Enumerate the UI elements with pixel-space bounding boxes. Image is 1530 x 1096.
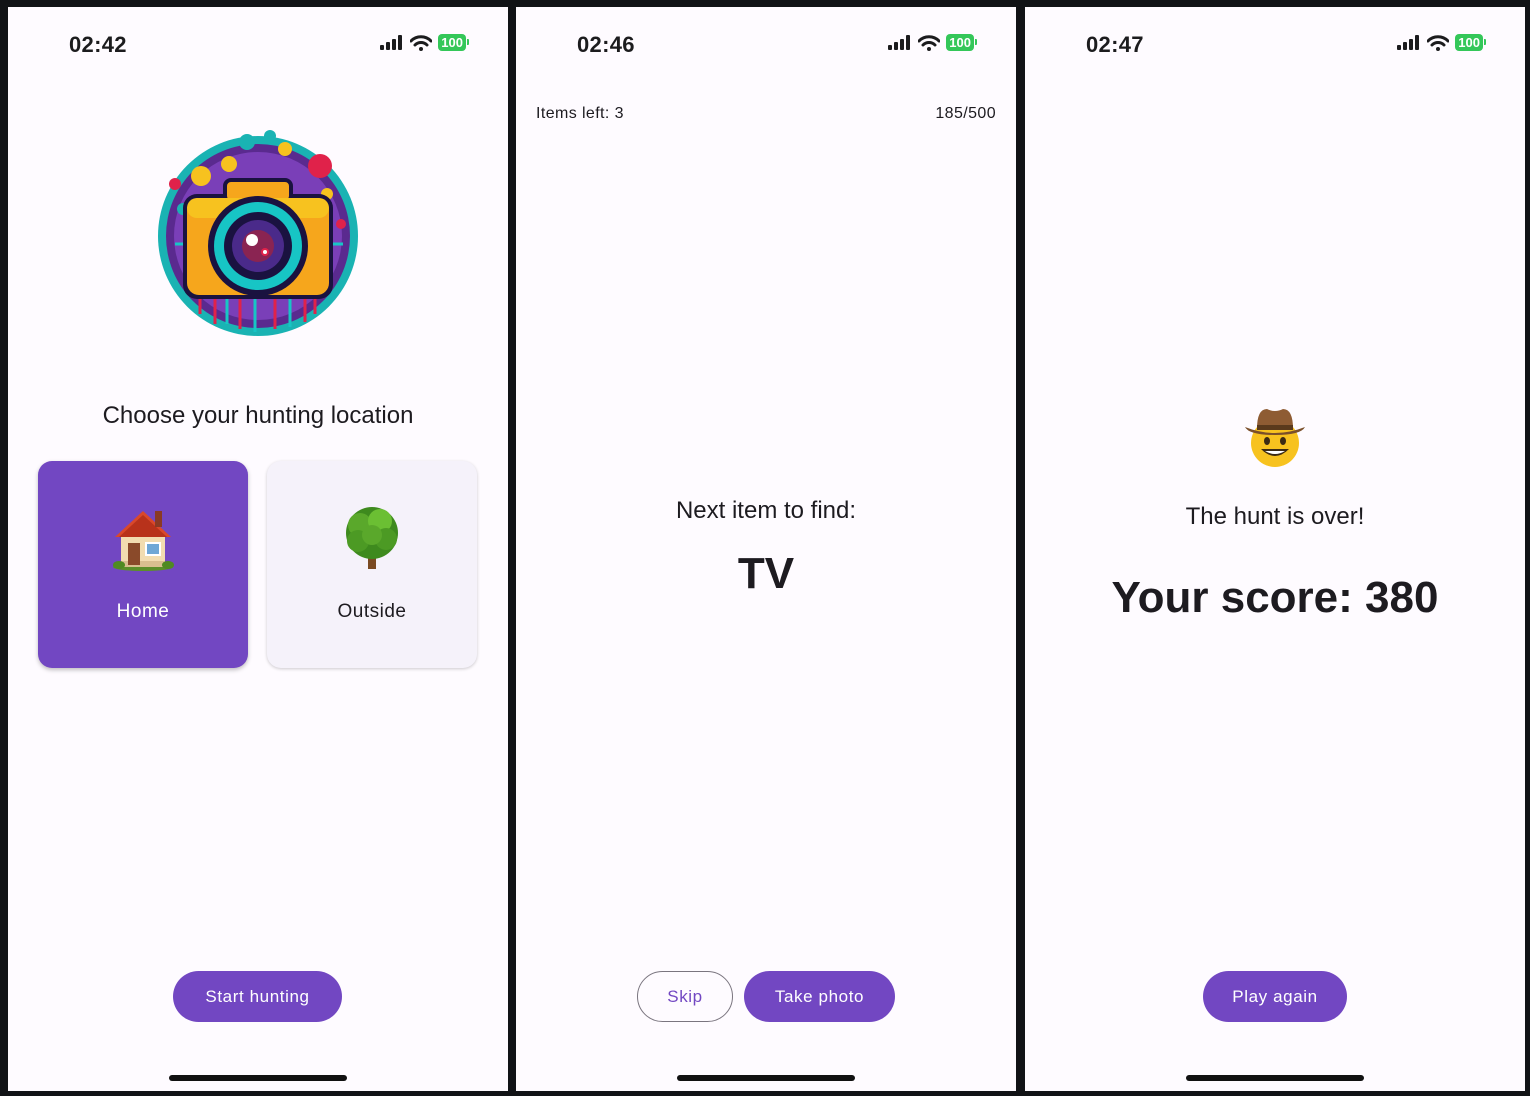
battery-icon: 100 (1455, 34, 1486, 51)
next-item-prompt: Next item to find: (675, 497, 857, 524)
final-score: Your score: 380 (1111, 573, 1439, 622)
home-indicator[interactable] (677, 1075, 855, 1081)
location-label-home: Home (116, 601, 170, 622)
status-bar: 02:46 100 (516, 29, 1016, 59)
take-photo-button[interactable]: Take photo (744, 971, 895, 1022)
battery-icon: 100 (946, 34, 977, 51)
cellular-signal-icon (888, 35, 911, 50)
cowboy-emoji-icon (1245, 409, 1305, 467)
hunt-screen: 02:46 100 Items left: 3 185/500 Next ite… (516, 7, 1016, 1091)
status-bar: 02:42 100 (8, 29, 508, 59)
battery-icon: 100 (438, 34, 469, 51)
house-emoji-icon (113, 511, 174, 571)
play-again-button[interactable]: Play again (1203, 971, 1347, 1022)
status-time: 02:46 (577, 32, 635, 57)
wifi-icon (410, 34, 433, 51)
location-card-outside[interactable]: Outside (267, 461, 477, 668)
skip-button[interactable]: Skip (637, 971, 733, 1022)
status-bar: 02:47 100 (1025, 29, 1525, 59)
camera-logo-icon (158, 130, 358, 336)
start-hunting-button[interactable]: Start hunting (173, 971, 342, 1022)
status-time: 02:47 (1086, 32, 1144, 57)
wifi-icon (1427, 34, 1450, 51)
wifi-icon (918, 34, 941, 51)
location-select-screen: 02:42 100 Choose your hunting location H… (8, 7, 508, 1091)
status-time: 02:42 (69, 32, 127, 57)
home-indicator[interactable] (1186, 1075, 1364, 1081)
location-card-home[interactable]: Home (38, 461, 248, 668)
cellular-signal-icon (380, 35, 403, 50)
cellular-signal-icon (1397, 35, 1420, 50)
tree-emoji-icon (346, 507, 398, 569)
target-item: TV (737, 549, 795, 598)
location-label-outside: Outside (337, 601, 407, 622)
hunt-over-message: The hunt is over! (1185, 503, 1365, 530)
score-progress: 185/500 (935, 105, 996, 122)
items-left-counter: Items left: 3 (536, 105, 624, 122)
result-screen: 02:47 100 The hunt is over! Your score: … (1025, 7, 1525, 1091)
home-indicator[interactable] (169, 1075, 347, 1081)
choose-location-title: Choose your hunting location (102, 402, 414, 429)
